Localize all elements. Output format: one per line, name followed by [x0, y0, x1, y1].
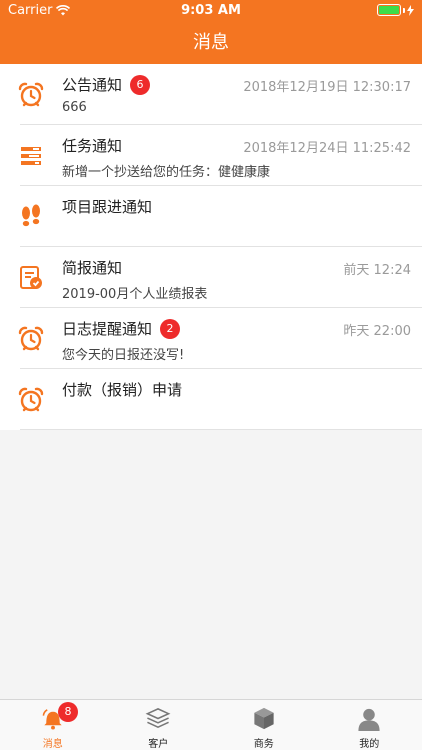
message-subtitle: 新增一个抄送给您的任务：健健康康 [62, 165, 271, 180]
tab-label: 商务 [253, 739, 274, 750]
message-subtitle: 2019-00月个人业绩报表 [62, 287, 208, 302]
report-icon [20, 266, 42, 289]
unread-badge: 6 [130, 74, 151, 95]
message-subtitle: 您今天的日报还没写! [62, 348, 185, 363]
message-title: 项目跟进通知 [62, 198, 153, 216]
tab-profile[interactable]: 我的 [317, 700, 422, 750]
message-title-wrap: 项目跟进通知 [62, 196, 152, 217]
charging-icon [407, 4, 414, 16]
message-title: 公告通知 [62, 76, 123, 94]
message-time: 2018年12月24日 11:25:42 [243, 141, 411, 156]
unread-badge: 2 [160, 318, 181, 339]
alarm-clock-icon [18, 387, 44, 412]
cube-icon [254, 707, 274, 730]
message-title: 日志提醒通知 [62, 320, 153, 338]
footprints-icon [22, 204, 40, 227]
message-title-wrap: 简报通知 [62, 257, 122, 278]
status-bar: Carrier 9:03 AM [0, 0, 422, 22]
message-time: 2018年12月19日 12:30:17 [243, 80, 411, 95]
user-icon [358, 708, 380, 731]
tab-bar: 8 消息 客户 商务 我的 [0, 699, 422, 750]
message-title-wrap: 任务通知 [62, 135, 122, 156]
tab-customers[interactable]: 客户 [106, 700, 212, 750]
message-title: 付款（报销）申请 [62, 381, 183, 399]
page-title: 消息 [193, 32, 229, 53]
battery-indicator [377, 4, 414, 16]
alarm-clock-icon [18, 82, 44, 107]
message-title-wrap: 付款（报销）申请 [62, 379, 182, 400]
message-title-wrap: 日志提醒通知 2 [62, 318, 181, 339]
message-time: 昨天 22:00 [343, 324, 411, 339]
tab-label: 消息 [42, 739, 63, 750]
message-row-project-followup[interactable]: 项目跟进通知 [0, 186, 422, 247]
tab-badge: 8 [58, 702, 78, 722]
message-time: 前天 12:24 [343, 263, 411, 278]
tab-business[interactable]: 商务 [211, 700, 317, 750]
layers-icon [145, 708, 171, 728]
message-row-announcement[interactable]: 公告通知 6 2018年12月19日 12:30:17 666 [0, 64, 422, 125]
message-title-wrap: 公告通知 6 [62, 74, 151, 95]
message-title: 简报通知 [62, 259, 123, 277]
alarm-clock-icon [18, 326, 44, 351]
task-list-icon [21, 147, 41, 165]
tab-label: 客户 [148, 739, 169, 750]
tab-label: 我的 [359, 739, 380, 750]
message-row-task[interactable]: 任务通知 2018年12月24日 11:25:42 新增一个抄送给您的任务：健健… [0, 125, 422, 186]
message-row-log-reminder[interactable]: 日志提醒通知 2 昨天 22:00 您今天的日报还没写! [0, 308, 422, 369]
status-time: 9:03 AM [181, 3, 241, 18]
tab-messages[interactable]: 8 消息 [0, 700, 106, 750]
nav-bar: 消息 [0, 22, 422, 64]
message-row-payment-request[interactable]: 付款（报销）申请 [0, 369, 422, 430]
message-list: 公告通知 6 2018年12月19日 12:30:17 666 任务通知 201… [0, 64, 422, 430]
message-row-briefing[interactable]: 简报通知 前天 12:24 2019-00月个人业绩报表 [0, 247, 422, 308]
message-title: 任务通知 [62, 137, 123, 155]
battery-icon [377, 4, 401, 16]
message-subtitle: 666 [62, 100, 87, 115]
divider [20, 429, 422, 430]
